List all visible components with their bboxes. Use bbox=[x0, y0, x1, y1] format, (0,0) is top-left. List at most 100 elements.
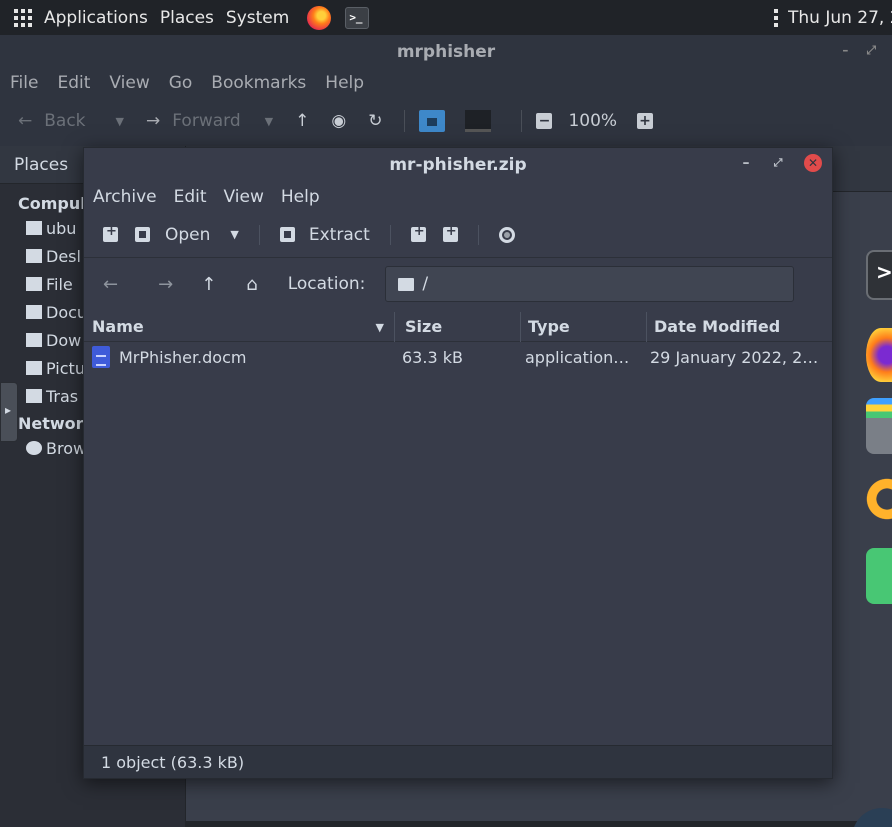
sidebar-item-label: Dow bbox=[46, 330, 82, 350]
arrow-up-icon: ↑ bbox=[295, 111, 310, 131]
minimize-icon[interactable]: – bbox=[740, 155, 752, 171]
menu-help[interactable]: Help bbox=[281, 187, 320, 207]
arrow-right-icon: → bbox=[146, 111, 161, 131]
firefox-icon[interactable] bbox=[307, 5, 332, 30]
column-size-label: Size bbox=[405, 317, 443, 336]
sidebar-item-label: Brow bbox=[46, 438, 87, 458]
close-icon[interactable]: ✕ bbox=[804, 154, 822, 172]
dock-terminal-icon[interactable] bbox=[866, 250, 892, 300]
zoom-out-icon[interactable]: − bbox=[536, 113, 553, 129]
file-list[interactable]: Name ▼ Size Type Date Modified MrPhisher… bbox=[84, 311, 832, 746]
toolbar-separator bbox=[404, 110, 406, 132]
menu-file[interactable]: File bbox=[10, 73, 38, 93]
maximize-icon[interactable]: ⤢ bbox=[772, 156, 784, 170]
extract-button[interactable]: Extract bbox=[309, 225, 370, 245]
document-icon bbox=[26, 305, 42, 319]
new-archive-icon[interactable] bbox=[103, 224, 118, 242]
location-bar: ← → ↑ ⌂ Location: / bbox=[84, 258, 832, 310]
arrow-right-icon[interactable]: → bbox=[158, 274, 173, 295]
archive-menubar: Archive Edit View Help bbox=[84, 182, 832, 212]
system-menu[interactable]: System bbox=[226, 8, 289, 28]
places-menu[interactable]: Places bbox=[160, 8, 214, 28]
open-button[interactable]: Open bbox=[165, 225, 210, 245]
terminal-view-icon[interactable] bbox=[465, 110, 492, 132]
sidebar-toggle-handle[interactable] bbox=[0, 382, 18, 442]
home-icon[interactable]: ⌂ bbox=[246, 274, 257, 295]
panel-clock[interactable]: Thu Jun 27, 2 bbox=[788, 8, 892, 28]
minimize-icon[interactable]: – bbox=[842, 43, 848, 58]
image-icon bbox=[26, 361, 42, 375]
dock-app-icon[interactable] bbox=[866, 472, 892, 526]
reload-button[interactable]: ↻ bbox=[368, 111, 382, 131]
column-size[interactable]: Size bbox=[394, 311, 520, 342]
back-label: Back bbox=[44, 111, 86, 131]
sidebar-item-label: ubu bbox=[46, 218, 77, 238]
column-type-label: Type bbox=[528, 317, 570, 336]
zoom-level: 100% bbox=[568, 111, 618, 131]
file-manager-titlebar: mrphisher – ⤢ bbox=[0, 35, 892, 68]
globe-icon bbox=[26, 441, 42, 455]
reload-icon: ↻ bbox=[368, 111, 383, 131]
drive-icon bbox=[26, 277, 42, 291]
sort-down-icon: ▼ bbox=[375, 320, 384, 334]
forward-button[interactable]: → Forward ▼ bbox=[146, 111, 273, 131]
back-button[interactable]: ← Back ▼ bbox=[18, 111, 124, 131]
forward-label: Forward bbox=[172, 111, 241, 131]
folder-icon bbox=[398, 277, 415, 291]
archive-title: mr-phisher.zip bbox=[389, 155, 527, 175]
file-list-header: Name ▼ Size Type Date Modified bbox=[84, 311, 832, 342]
file-manager-toolbar: ← Back ▼ → Forward ▼ ↑ ◉ ↻ − 100% + bbox=[0, 98, 892, 144]
menu-view[interactable]: View bbox=[109, 73, 149, 93]
dock-files-icon[interactable] bbox=[866, 398, 892, 454]
sidebar-item-label: Tras bbox=[46, 386, 79, 406]
add-files-icon[interactable] bbox=[410, 224, 426, 242]
menu-edit[interactable]: Edit bbox=[57, 73, 90, 93]
location-input[interactable]: / bbox=[385, 266, 795, 302]
top-panel: Applications Places System >_ Thu Jun 27… bbox=[0, 0, 892, 35]
file-name: MrPhisher.docm bbox=[119, 347, 247, 367]
extract-icon[interactable] bbox=[279, 227, 295, 242]
document-icon bbox=[92, 346, 110, 368]
menu-bookmarks[interactable]: Bookmarks bbox=[211, 73, 306, 93]
menu-edit[interactable]: Edit bbox=[174, 187, 207, 207]
stop-button[interactable]: ◉ bbox=[331, 111, 346, 131]
column-date-label: Date Modified bbox=[654, 317, 781, 336]
applications-menu[interactable]: Applications bbox=[44, 8, 148, 28]
toolbar-separator bbox=[477, 224, 479, 245]
menu-view[interactable]: View bbox=[224, 187, 264, 207]
arrow-up-icon[interactable]: ↑ bbox=[201, 274, 216, 295]
menu-archive[interactable]: Archive bbox=[93, 187, 157, 207]
stop-icon[interactable] bbox=[498, 226, 515, 243]
arrow-left-icon: ← bbox=[18, 111, 33, 131]
menu-help[interactable]: Help bbox=[325, 73, 364, 93]
up-button[interactable]: ↑ bbox=[295, 111, 309, 131]
cell-name: MrPhisher.docm bbox=[84, 346, 394, 368]
cell-size: 63.3 kB bbox=[402, 347, 463, 367]
table-row[interactable]: MrPhisher.docm 63.3 kB application… 29 J… bbox=[84, 342, 832, 372]
chevron-down-icon[interactable]: ▼ bbox=[230, 228, 238, 241]
dock-archive-icon[interactable] bbox=[866, 548, 892, 604]
archive-toolbar: Open ▼ Extract bbox=[84, 212, 832, 258]
menu-go[interactable]: Go bbox=[169, 73, 193, 93]
cell-date: 29 January 2022, 2… bbox=[650, 347, 819, 367]
download-icon bbox=[26, 333, 42, 347]
terminal-icon[interactable]: >_ bbox=[345, 6, 370, 29]
folder-view-icon[interactable] bbox=[419, 110, 446, 132]
grid-icon[interactable] bbox=[14, 8, 32, 27]
column-name[interactable]: Name ▼ bbox=[84, 312, 394, 342]
trash-icon bbox=[26, 389, 42, 403]
location-label: Location: bbox=[287, 274, 366, 294]
column-date[interactable]: Date Modified bbox=[646, 311, 832, 342]
toolbar-separator bbox=[258, 224, 260, 245]
sidebar-item-label: Pictu bbox=[46, 358, 85, 378]
dock-firefox-icon[interactable] bbox=[866, 328, 892, 382]
column-type[interactable]: Type bbox=[520, 311, 646, 342]
arrow-left-icon[interactable]: ← bbox=[103, 274, 118, 295]
maximize-icon[interactable]: ⤢ bbox=[866, 43, 876, 58]
open-archive-icon[interactable] bbox=[135, 227, 150, 242]
panel-menu-icon[interactable] bbox=[774, 8, 778, 27]
zoom-in-icon[interactable]: + bbox=[637, 113, 654, 129]
sidebar-item-label: Docu bbox=[46, 302, 88, 322]
add-folder-icon[interactable] bbox=[442, 224, 458, 242]
chevron-down-icon: ▼ bbox=[264, 114, 274, 128]
